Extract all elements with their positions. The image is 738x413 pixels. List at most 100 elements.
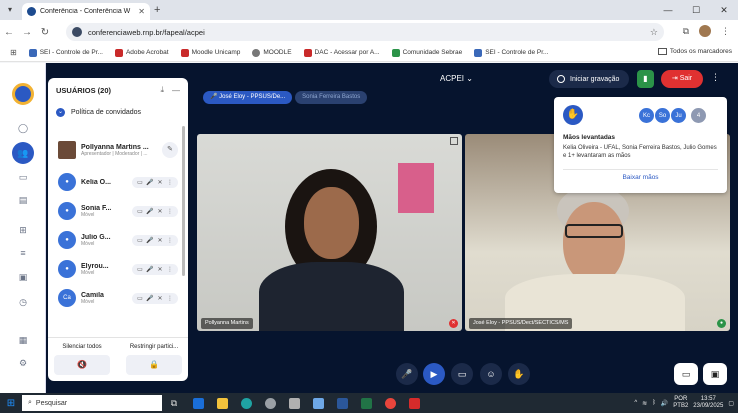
clock[interactable]: 13:57 23/09/2025 — [693, 396, 723, 410]
maximize-icon[interactable]: ☐ — [682, 0, 710, 20]
bookmark-star-icon[interactable]: ☆ — [650, 27, 658, 38]
reactions-icon[interactable]: ☺ — [480, 363, 502, 385]
excel-icon[interactable] — [354, 393, 378, 413]
mic-icon[interactable]: 🎤 — [146, 295, 154, 302]
minimize-icon[interactable]: — — [654, 0, 682, 20]
address-bar[interactable]: conferenciaweb.rnp.br/fapeal/acpei ☆ — [66, 23, 664, 41]
mute-icon[interactable]: ✕ — [156, 179, 164, 186]
chrome-grey-icon[interactable] — [258, 393, 282, 413]
close-tab-icon[interactable]: ✕ — [138, 7, 145, 16]
user-row[interactable]: ● Kelia O... ▭ 🎤 ✕ ⋮ — [58, 168, 178, 196]
mute-icon[interactable]: ✕ — [156, 266, 164, 273]
users-icon[interactable]: 👥 — [12, 142, 34, 164]
forward-icon[interactable]: → — [18, 27, 36, 38]
chat-icon[interactable]: ▭ — [136, 237, 144, 244]
more-options-icon[interactable]: ⋮ — [711, 72, 720, 83]
mic-icon[interactable]: 🎤 — [146, 237, 154, 244]
user-row[interactable]: ● Sonia F... Móvel ▭ 🎤 ✕ ⋮ — [58, 197, 178, 225]
bookmark-sebrae[interactable]: Comunidade Sebrae — [391, 48, 462, 57]
start-recording-button[interactable]: Iniciar gravação — [549, 70, 629, 88]
mute-icon[interactable]: ✕ — [156, 295, 164, 302]
close-window-icon[interactable]: ✕ — [710, 0, 738, 20]
more-icon[interactable]: ⋮ — [166, 179, 174, 186]
tray-expand-icon[interactable]: ^ — [634, 400, 637, 406]
user-controls[interactable]: ▭ 🎤 ✕ ⋮ — [132, 263, 178, 275]
connection-stats-icon[interactable]: ▮ — [637, 70, 654, 88]
restrict-button[interactable]: 🔒 — [126, 355, 182, 375]
chat-icon[interactable]: ▭ — [15, 170, 31, 184]
talker-badge[interactable]: Sonia Ferreira Bastos — [295, 91, 368, 104]
layout-toggle-icon[interactable]: ▭ — [674, 363, 698, 385]
file-explorer-icon[interactable] — [210, 393, 234, 413]
user-controls[interactable]: ▭ 🎤 ✕ ⋮ — [132, 176, 178, 188]
browser-menu-icon[interactable]: ⋮ — [721, 26, 730, 37]
back-icon[interactable]: ← — [0, 27, 18, 38]
notifications-icon[interactable]: ▢ — [728, 400, 734, 407]
presentation-icon[interactable]: ▣ — [15, 270, 31, 284]
raise-hand-icon[interactable]: ✋ — [508, 363, 530, 385]
lower-hands-button[interactable]: Baixar mãos — [554, 174, 727, 181]
mic-icon[interactable]: 🎤 — [146, 266, 154, 273]
wifi-icon[interactable]: ≋ — [642, 400, 647, 407]
mic-icon[interactable]: 🎤 — [146, 179, 154, 186]
polls-icon[interactable]: ≡ — [15, 246, 31, 260]
guest-policy-item[interactable]: ⌄ Política de convidados — [48, 102, 188, 122]
users-scrollbar[interactable] — [182, 126, 185, 276]
more-icon[interactable]: ⋮ — [166, 266, 174, 273]
mic-icon[interactable]: 🎤 — [146, 208, 154, 215]
bookmark-sei-1[interactable]: SEI - Controle de Pr... — [28, 48, 103, 57]
timer-icon[interactable]: ◷ — [15, 295, 31, 309]
chat-icon[interactable]: ▭ — [136, 179, 144, 186]
mic-off-icon[interactable]: 🎤 — [396, 363, 418, 385]
user-row[interactable]: Ca Camila Móvel ▭ 🎤 ✕ ⋮ — [58, 284, 178, 312]
chat-icon[interactable]: ▭ — [136, 266, 144, 273]
tab-search-icon[interactable]: ▾ — [4, 4, 16, 16]
apps-grid-icon[interactable]: ⊞ — [10, 48, 17, 57]
bookmark-moodle-unicamp[interactable]: Moodle Unicamp — [180, 48, 240, 57]
camera-icon[interactable]: ▶ — [423, 363, 445, 385]
chat-icon[interactable]: ▭ — [136, 295, 144, 302]
site-info-icon[interactable] — [72, 27, 82, 37]
download-icon[interactable]: ⤓ — [160, 85, 164, 95]
windows-start-icon[interactable]: ⊞ — [0, 398, 22, 409]
user-controls[interactable]: ▭ 🎤 ✕ ⋮ — [132, 292, 178, 304]
apps-icon[interactable]: ⊞ — [15, 223, 31, 237]
taskbar-search[interactable]: ⌕ Pesquisar — [22, 395, 162, 411]
minimize-panel-icon[interactable]: — — [172, 86, 180, 95]
user-row[interactable]: ● Julio G... Móvel ▭ 🎤 ✕ ⋮ — [58, 226, 178, 254]
more-icon[interactable]: ⋮ — [166, 237, 174, 244]
user-options-icon[interactable]: ✎ — [162, 142, 178, 158]
all-bookmarks[interactable]: Todos os marcadores — [657, 48, 732, 55]
settings-gear-icon[interactable]: ⚙ — [15, 356, 31, 370]
expand-icon[interactable] — [450, 137, 458, 145]
bluetooth-icon[interactable]: ᛒ — [652, 400, 656, 406]
bookmark-sei-2[interactable]: SEI - Controle de Pr... — [474, 48, 548, 57]
talker-badge[interactable]: 🎤 José Eloy - PPSUS/De... — [203, 91, 293, 104]
profile-icon[interactable]: ◯ — [15, 121, 31, 135]
meeting-title[interactable]: ACPEI ⌄ — [440, 74, 473, 83]
user-controls[interactable]: ▭ 🎤 ✕ ⋮ — [132, 205, 178, 217]
more-icon[interactable]: ⋮ — [166, 295, 174, 302]
acrobat-icon[interactable] — [402, 393, 426, 413]
bookmark-dac[interactable]: DAC - Acessar por A... — [303, 48, 380, 57]
user-row[interactable]: ● Elyrou... Móvel ▭ 🎤 ✕ ⋮ — [58, 255, 178, 283]
screen-share-icon[interactable]: ▭ — [451, 363, 473, 385]
browser-tab[interactable]: Conferência - Conferência W ✕ — [22, 3, 150, 20]
user-controls[interactable]: ▭ 🎤 ✕ ⋮ — [132, 234, 178, 246]
reload-icon[interactable]: ↻ — [36, 27, 54, 38]
outlook-icon[interactable] — [186, 393, 210, 413]
app-icon[interactable] — [282, 393, 306, 413]
profile-avatar[interactable] — [699, 25, 711, 37]
chat-icon[interactable]: ▭ — [136, 208, 144, 215]
user-row[interactable]: Pollyanna Martins ... Apresentador | Mod… — [58, 136, 178, 164]
bookmark-moodle[interactable]: MOODLE — [252, 48, 292, 57]
new-tab-button[interactable]: + — [154, 4, 160, 16]
silence-all-button[interactable]: 🔇 — [54, 355, 110, 375]
chrome-icon[interactable] — [378, 393, 402, 413]
extensions-icon[interactable]: ⧉ — [683, 26, 689, 37]
language-indicator[interactable]: POR PTB2 — [673, 396, 688, 410]
more-icon[interactable]: ⋮ — [166, 208, 174, 215]
word-icon[interactable] — [330, 393, 354, 413]
volume-icon[interactable]: 🔊 — [661, 400, 668, 407]
bookmark-adobe[interactable]: Adobe Acrobat — [114, 48, 169, 57]
